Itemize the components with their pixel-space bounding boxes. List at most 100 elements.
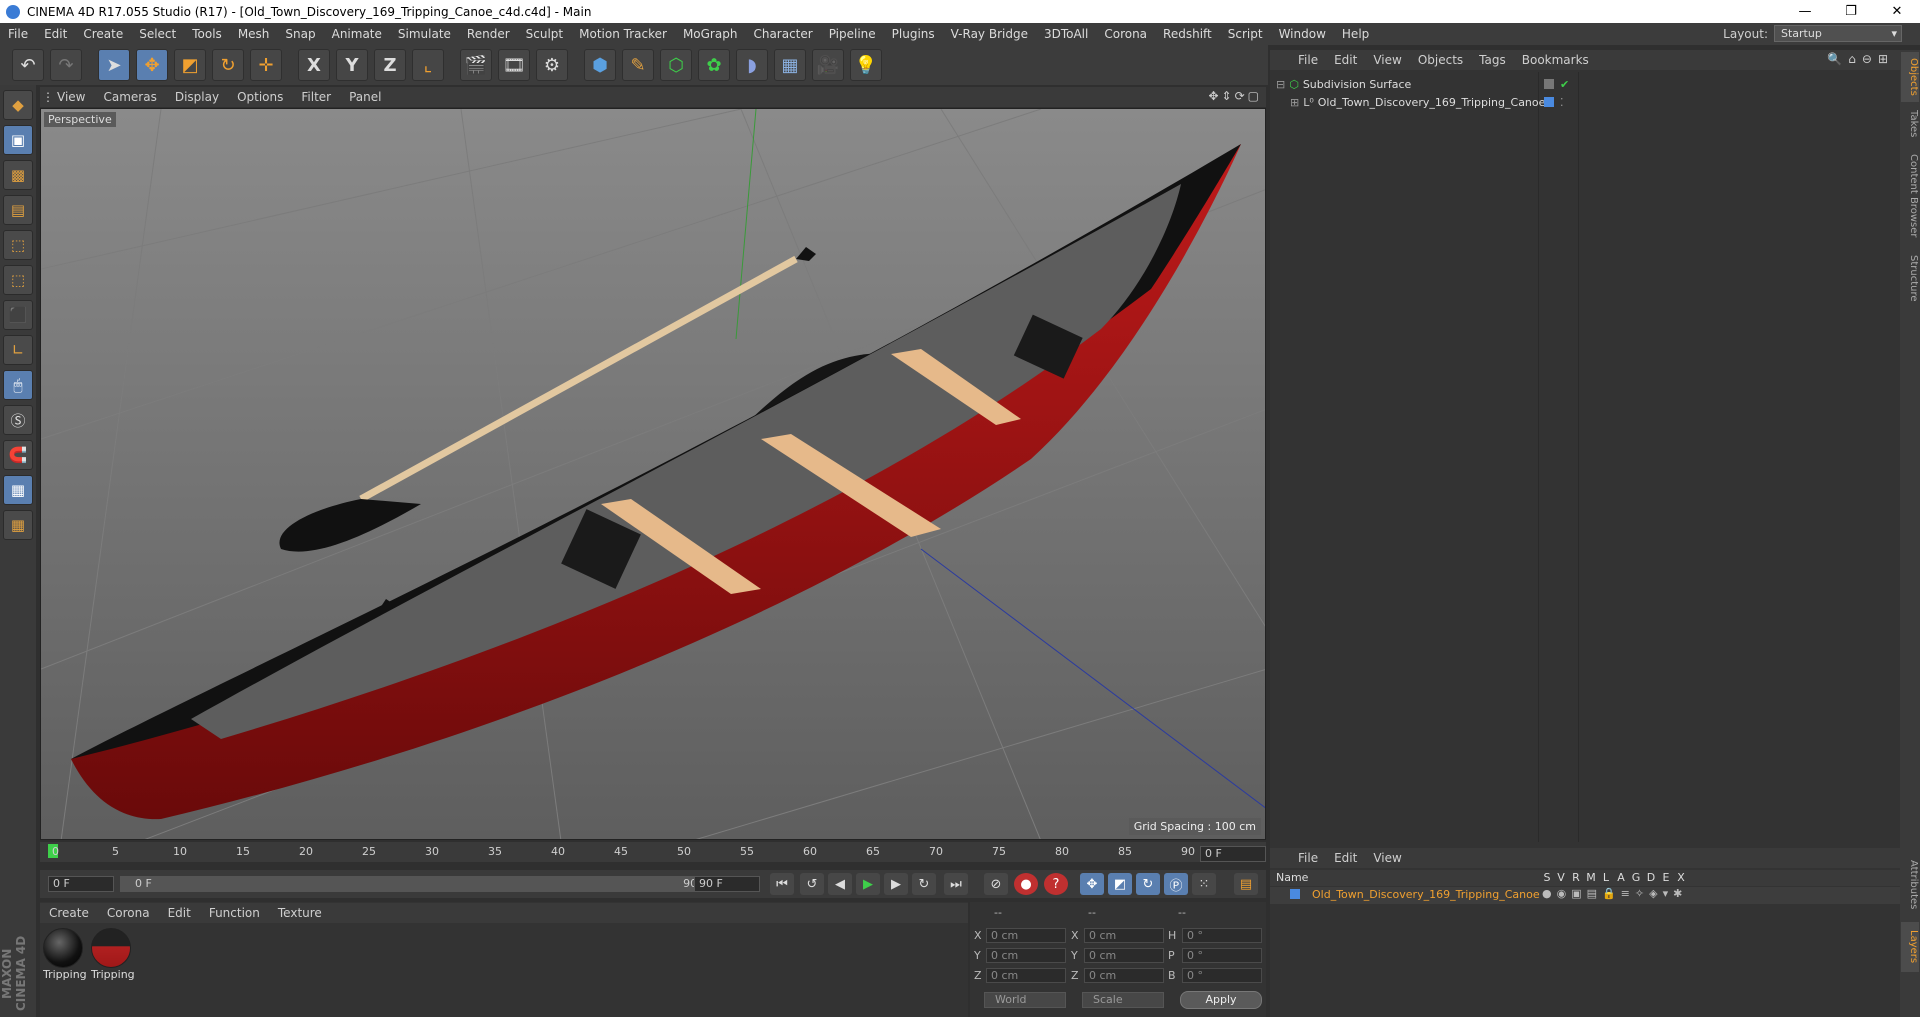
- render-to-picture-viewer-icon[interactable]: 🎞: [498, 49, 530, 81]
- tweak-mode-icon[interactable]: 🖱: [3, 370, 33, 400]
- menu-file[interactable]: File: [0, 27, 36, 41]
- camera-icon[interactable]: 🎥: [812, 49, 844, 81]
- viewport-menu-options[interactable]: Options: [228, 90, 292, 104]
- rot-b-field[interactable]: 0 °: [1182, 968, 1262, 983]
- pos-y-field[interactable]: 0 cm: [986, 948, 1066, 963]
- size-z-field[interactable]: 0 cm: [1084, 968, 1164, 983]
- z-axis-lock-button[interactable]: Z: [374, 49, 406, 81]
- pen-spline-icon[interactable]: ✎: [622, 49, 654, 81]
- objects-menu-view[interactable]: View: [1365, 53, 1409, 67]
- menu-redshift[interactable]: Redshift: [1155, 27, 1220, 41]
- frame-range-slider[interactable]: 0 F 90 F: [120, 876, 720, 892]
- viewport-navigation-icons[interactable]: ✥⇕⟳▢: [1208, 89, 1262, 103]
- layers-menu-edit[interactable]: Edit: [1326, 851, 1365, 865]
- material-swatch[interactable]: Tripping: [43, 928, 87, 984]
- coordinate-mode-select[interactable]: World: [984, 992, 1066, 1008]
- layer-toggle-icons[interactable]: ●◉▣▤🔒≡✧◈▾✱: [1542, 887, 1687, 900]
- object-row-subdivision-surface[interactable]: ⊟ ⬡ Subdivision Surface: [1276, 75, 1411, 93]
- edges-mode-icon[interactable]: ⬚: [3, 265, 33, 295]
- material-menu-create[interactable]: Create: [40, 906, 98, 920]
- pos-x-field[interactable]: 0 cm: [986, 928, 1066, 943]
- minimize-button[interactable]: —: [1782, 4, 1828, 19]
- rot-p-field[interactable]: 0 °: [1182, 948, 1262, 963]
- collapse-icon[interactable]: ⊟: [1276, 78, 1285, 91]
- pos-z-field[interactable]: 0 cm: [986, 968, 1066, 983]
- texture-mode-icon[interactable]: ▩: [3, 160, 33, 190]
- previous-frame-icon[interactable]: ◀: [828, 873, 852, 895]
- key-parameter-icon[interactable]: Ⓟ: [1164, 873, 1188, 895]
- model-mode-icon[interactable]: ▣: [3, 125, 33, 155]
- tab-structure[interactable]: Structure: [1901, 248, 1919, 308]
- menu-corona[interactable]: Corona: [1096, 27, 1155, 41]
- menu-plugins[interactable]: Plugins: [884, 27, 943, 41]
- object-row-canoe[interactable]: ⊞ L⁰ Old_Town_Discovery_169_Tripping_Can…: [1290, 93, 1545, 111]
- timeline-ruler[interactable]: 0 5 10 15 20 25 30 35 40 45 50 55 60 65 …: [40, 842, 1266, 862]
- menu-window[interactable]: Window: [1271, 27, 1334, 41]
- key-scale-icon[interactable]: ◩: [1108, 873, 1132, 895]
- menu-mesh[interactable]: Mesh: [230, 27, 278, 41]
- enabled-check-icon[interactable]: ✔: [1560, 78, 1569, 91]
- restore-button[interactable]: ❐: [1828, 4, 1874, 19]
- tab-layers[interactable]: Layers: [1901, 922, 1919, 972]
- scale-tool-icon[interactable]: ◩: [174, 49, 206, 81]
- tab-attributes[interactable]: Attributes: [1901, 850, 1919, 920]
- viewport-menu-panel[interactable]: Panel: [340, 90, 390, 104]
- record-keys-disabled-icon[interactable]: ⊘: [984, 873, 1008, 895]
- workplane-mode-icon[interactable]: ▤: [3, 195, 33, 225]
- points-mode-icon[interactable]: ⬚: [3, 230, 33, 260]
- render-settings-icon[interactable]: ⚙: [536, 49, 568, 81]
- material-swatch[interactable]: Tripping: [91, 928, 135, 984]
- menu-snap[interactable]: Snap: [277, 27, 323, 41]
- objects-menu-file[interactable]: File: [1290, 53, 1326, 67]
- snapping-icon[interactable]: 🧲: [3, 440, 33, 470]
- autokeying-icon[interactable]: ?: [1044, 873, 1068, 895]
- viewport-menu-view[interactable]: View: [48, 90, 94, 104]
- key-rotation-icon[interactable]: ↻: [1136, 873, 1160, 895]
- key-position-icon[interactable]: ✥: [1080, 873, 1104, 895]
- subdivision-surface-icon[interactable]: ⬡: [660, 49, 692, 81]
- visibility-toggle-icon[interactable]: [1544, 79, 1554, 89]
- menu-create[interactable]: Create: [75, 27, 131, 41]
- play-icon[interactable]: ▶: [856, 873, 880, 895]
- material-menu-corona[interactable]: Corona: [98, 906, 159, 920]
- tab-content-browser[interactable]: Content Browser: [1901, 146, 1919, 246]
- rotate-tool-icon[interactable]: ↻: [212, 49, 244, 81]
- scale-mode-select[interactable]: Scale: [1082, 992, 1164, 1008]
- menu-animate[interactable]: Animate: [324, 27, 390, 41]
- start-frame-field[interactable]: 0 F: [48, 876, 114, 892]
- key-pla-icon[interactable]: ⁙: [1192, 873, 1216, 895]
- menu-select[interactable]: Select: [131, 27, 184, 41]
- next-frame-icon[interactable]: ▶: [884, 873, 908, 895]
- solo-mode-icon[interactable]: Ⓢ: [3, 405, 33, 435]
- menu-3dtoall[interactable]: 3DToAll: [1036, 27, 1096, 41]
- y-axis-lock-button[interactable]: Y: [336, 49, 368, 81]
- menu-vray-bridge[interactable]: V-Ray Bridge: [943, 27, 1036, 41]
- make-editable-icon[interactable]: ◆: [3, 90, 33, 120]
- size-x-field[interactable]: 0 cm: [1084, 928, 1164, 943]
- render-view-icon[interactable]: 🎬: [460, 49, 492, 81]
- layers-menu-view[interactable]: View: [1365, 851, 1409, 865]
- viewport-menu-display[interactable]: Display: [166, 90, 228, 104]
- tab-takes[interactable]: Takes: [1901, 104, 1919, 144]
- layer-color-swatch[interactable]: [1290, 889, 1300, 899]
- object-manager-tool-icons[interactable]: 🔍⌂⊖⊞: [1827, 52, 1894, 66]
- go-to-end-icon[interactable]: ⏭: [944, 873, 968, 895]
- material-menu-texture[interactable]: Texture: [269, 906, 331, 920]
- menu-mograph[interactable]: MoGraph: [675, 27, 746, 41]
- transform-tool-icon[interactable]: ✛: [250, 49, 282, 81]
- material-menu-edit[interactable]: Edit: [159, 906, 200, 920]
- light-icon[interactable]: 💡: [850, 49, 882, 81]
- x-axis-lock-button[interactable]: X: [298, 49, 330, 81]
- layout-select[interactable]: Startup: [1774, 25, 1902, 42]
- previous-key-icon[interactable]: ↺: [800, 873, 824, 895]
- viewport-menu-filter[interactable]: Filter: [292, 90, 340, 104]
- mograph-cloner-icon[interactable]: ✿: [698, 49, 730, 81]
- objects-menu-objects[interactable]: Objects: [1410, 53, 1471, 67]
- rot-h-field[interactable]: 0 °: [1182, 928, 1262, 943]
- planar-workplane-icon[interactable]: ▦: [3, 510, 33, 540]
- timeline-window-icon[interactable]: ▤: [1234, 873, 1258, 895]
- menu-simulate[interactable]: Simulate: [390, 27, 459, 41]
- objects-menu-edit[interactable]: Edit: [1326, 53, 1365, 67]
- locked-workplane-icon[interactable]: ▦: [3, 475, 33, 505]
- go-to-start-icon[interactable]: ⏮: [770, 873, 794, 895]
